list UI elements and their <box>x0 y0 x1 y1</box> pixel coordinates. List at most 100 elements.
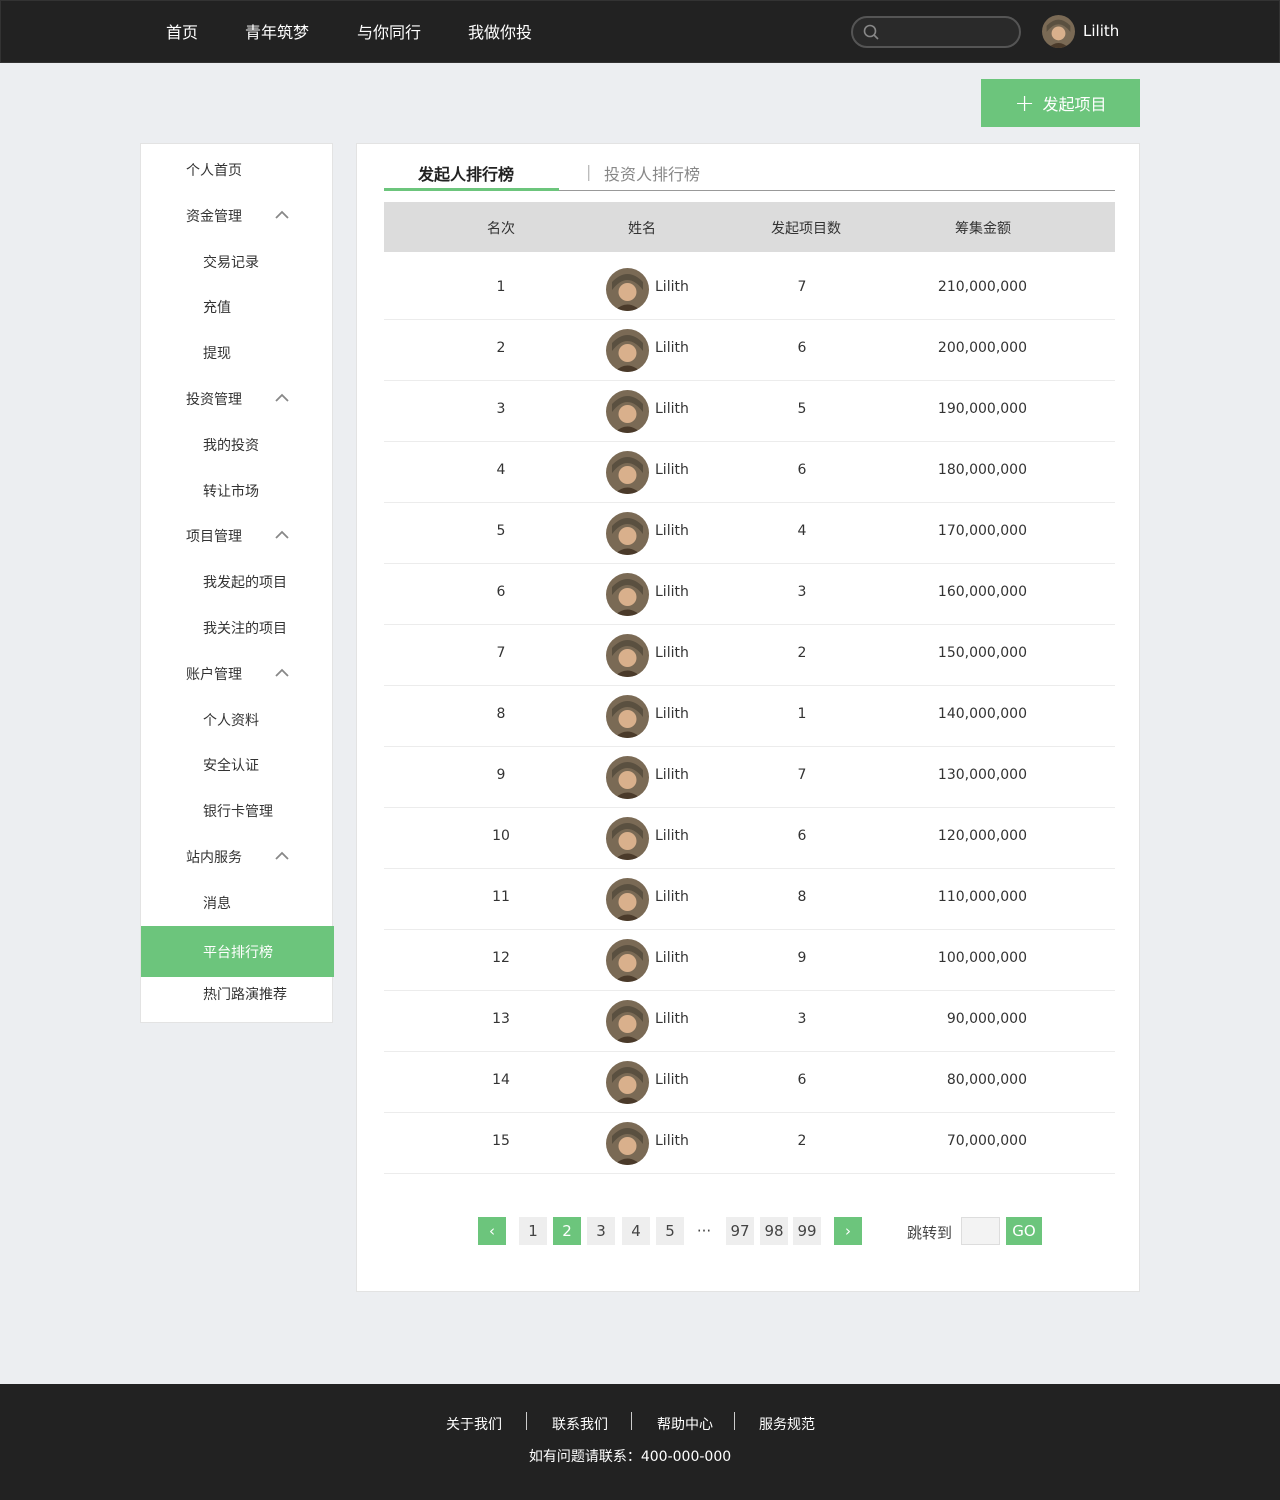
name-cell[interactable]: Lilith <box>655 1011 689 1027</box>
avatar[interactable] <box>606 756 649 799</box>
avatar[interactable] <box>606 268 649 311</box>
avatar[interactable] <box>606 329 649 372</box>
project-count-cell: 6 <box>797 340 807 356</box>
sidebar-item[interactable]: 充值 <box>141 284 334 330</box>
sidebar-item[interactable]: 消息 <box>141 880 334 926</box>
sidebar-group[interactable]: 账户管理 <box>141 651 334 697</box>
chevron-up-icon <box>275 393 289 402</box>
nav-item-youth-dream[interactable]: 青年筑梦 <box>245 19 309 43</box>
project-count-cell: 1 <box>797 706 807 722</box>
amount-cell: 110,000,000 <box>937 889 1027 905</box>
launch-project-button[interactable]: + 发起项目 <box>981 79 1140 127</box>
name-cell[interactable]: Lilith <box>655 1133 689 1149</box>
sidebar-group[interactable]: 站内服务 <box>141 834 334 880</box>
name-cell[interactable]: Lilith <box>655 401 689 417</box>
sidebar-group[interactable]: 投资管理 <box>141 376 334 422</box>
sidebar-item-label: 银行卡管理 <box>203 804 273 820</box>
sidebar-item[interactable]: 我的投资 <box>141 422 334 468</box>
avatar[interactable] <box>606 451 649 494</box>
avatar[interactable] <box>606 573 649 616</box>
nav-item-home[interactable]: 首页 <box>166 19 198 43</box>
avatar[interactable] <box>1042 15 1075 48</box>
avatar[interactable] <box>606 634 649 677</box>
table-row: 5 Lilith 4 170,000,000 <box>384 503 1115 564</box>
next-page-button[interactable]: › <box>834 1217 862 1245</box>
sidebar-group[interactable]: 项目管理 <box>141 513 334 559</box>
ranking-panel: 发起人排行榜 | 投资人排行榜 名次 姓名 发起项目数 筹集金额 1 Lilith… <box>356 143 1140 1292</box>
sidebar-item-label: 转让市场 <box>203 484 259 500</box>
page-number-button[interactable]: 98 <box>760 1217 788 1245</box>
footer-divider <box>526 1412 527 1430</box>
name-cell[interactable]: Lilith <box>655 950 689 966</box>
project-count-cell: 3 <box>797 584 807 600</box>
avatar[interactable] <box>606 512 649 555</box>
sidebar-item-label: 账户管理 <box>186 667 242 683</box>
name-cell[interactable]: Lilith <box>655 645 689 661</box>
jump-page-input[interactable] <box>961 1217 1000 1245</box>
chevron-up-icon <box>275 210 289 219</box>
sidebar-item[interactable]: 银行卡管理 <box>141 788 334 834</box>
sidebar-item[interactable]: 提现 <box>141 330 334 376</box>
table-row: 10 Lilith 6 120,000,000 <box>384 808 1115 869</box>
rank-cell: 8 <box>496 706 506 722</box>
sidebar-item-label: 安全认证 <box>203 758 259 774</box>
name-cell[interactable]: Lilith <box>655 462 689 478</box>
name-cell[interactable]: Lilith <box>655 523 689 539</box>
chevron-up-icon <box>275 668 289 677</box>
avatar[interactable] <box>606 1061 649 1104</box>
avatar[interactable] <box>606 1122 649 1165</box>
nav-item-invest[interactable]: 我做你投 <box>468 19 532 43</box>
footer-link-terms[interactable]: 服务规范 <box>759 1414 815 1434</box>
name-cell[interactable]: Lilith <box>655 279 689 295</box>
footer-link-about[interactable]: 关于我们 <box>446 1414 502 1434</box>
footer-link-help[interactable]: 帮助中心 <box>657 1414 713 1434</box>
page-number-button[interactable]: 99 <box>793 1217 821 1245</box>
rank-cell: 3 <box>496 401 506 417</box>
name-cell[interactable]: Lilith <box>655 889 689 905</box>
amount-cell: 100,000,000 <box>937 950 1027 966</box>
nav-item-together[interactable]: 与你同行 <box>357 19 421 43</box>
sidebar-item[interactable]: 个人资料 <box>141 697 334 743</box>
sidebar-item[interactable]: 我关注的项目 <box>141 605 334 651</box>
jump-label: 跳转到 <box>907 1224 953 1242</box>
name-cell[interactable]: Lilith <box>655 767 689 783</box>
sidebar-item[interactable]: 平台排行榜 <box>141 926 334 977</box>
amount-cell: 130,000,000 <box>937 767 1027 783</box>
name-cell[interactable]: Lilith <box>655 828 689 844</box>
avatar[interactable] <box>606 817 649 860</box>
avatar[interactable] <box>606 939 649 982</box>
page-number-button[interactable]: 3 <box>587 1217 615 1245</box>
name-cell[interactable]: Lilith <box>655 706 689 722</box>
go-button[interactable]: GO <box>1006 1217 1042 1245</box>
name-cell[interactable]: Lilith <box>655 584 689 600</box>
project-count-cell: 7 <box>797 767 807 783</box>
avatar[interactable] <box>606 1000 649 1043</box>
search-input[interactable] <box>851 16 1021 48</box>
tab-investor-ranking[interactable]: 投资人排行榜 <box>604 161 700 185</box>
sidebar-item-label: 热门路演推荐 <box>203 987 287 1003</box>
avatar[interactable] <box>606 390 649 433</box>
prev-page-button[interactable]: ‹ <box>478 1217 506 1245</box>
page-number-button[interactable]: 4 <box>622 1217 650 1245</box>
sidebar-item[interactable]: 交易记录 <box>141 239 334 285</box>
page-number-button[interactable]: 97 <box>726 1217 754 1245</box>
sidebar-group[interactable]: 资金管理 <box>141 193 334 239</box>
user-name[interactable]: Lilith <box>1083 22 1119 40</box>
page-number-button[interactable]: 2 <box>553 1217 581 1245</box>
sidebar-group[interactable]: 个人首页 <box>141 147 334 193</box>
page-number-button[interactable]: 5 <box>656 1217 684 1245</box>
sidebar-item[interactable]: 安全认证 <box>141 742 334 788</box>
avatar[interactable] <box>606 695 649 738</box>
tab-initiator-ranking[interactable]: 发起人排行榜 <box>418 161 514 185</box>
page-number-button[interactable]: 1 <box>519 1217 547 1245</box>
avatar[interactable] <box>606 878 649 921</box>
user-avatar-image <box>1042 15 1075 48</box>
tab-bar: 发起人排行榜 | 投资人排行榜 <box>384 144 1115 191</box>
name-cell[interactable]: Lilith <box>655 340 689 356</box>
sidebar-item[interactable]: 热门路演推荐 <box>141 971 334 1017</box>
sidebar-item[interactable]: 我发起的项目 <box>141 559 334 605</box>
name-cell[interactable]: Lilith <box>655 1072 689 1088</box>
sidebar-item[interactable]: 转让市场 <box>141 468 334 514</box>
footer-link-contact[interactable]: 联系我们 <box>552 1414 608 1434</box>
amount-cell: 120,000,000 <box>937 828 1027 844</box>
